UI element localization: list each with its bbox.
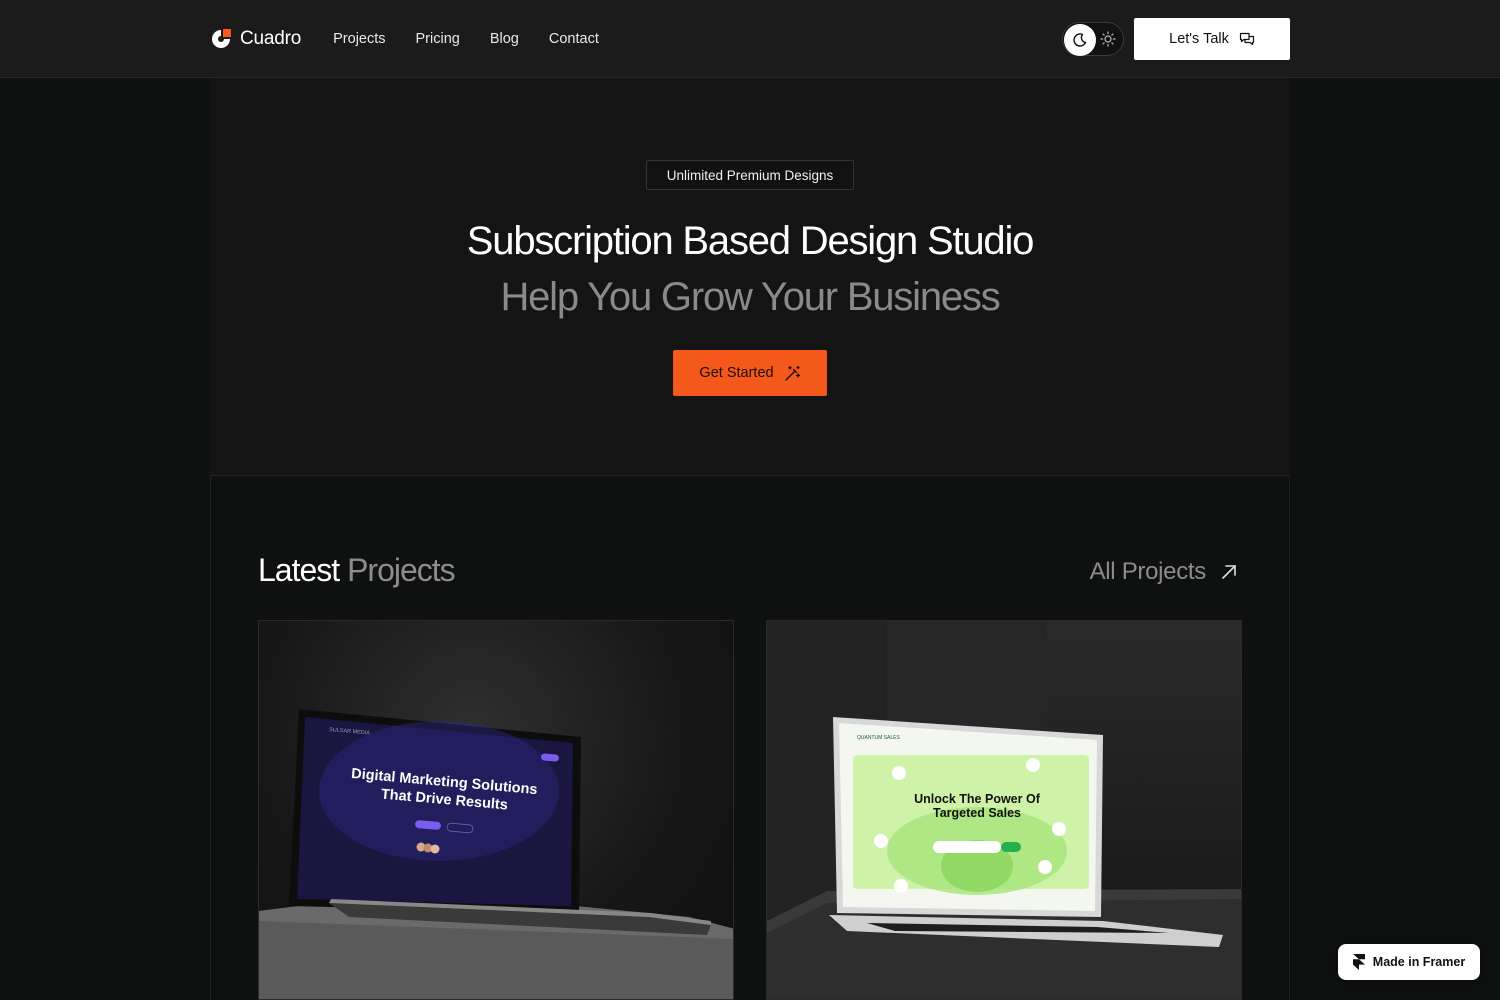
lets-talk-button[interactable]: Let's Talk — [1134, 18, 1290, 60]
project-card-quantum[interactable]: QUANTUM SALES Unlock The Power Of Target… — [766, 620, 1242, 1000]
moon-icon — [1073, 33, 1087, 47]
laptop-mockup-image: QUANTUM SALES Unlock The Power Of Target… — [767, 621, 1241, 999]
brand-logo[interactable]: Cuadro — [210, 28, 301, 50]
hero-subtitle: Help You Grow Your Business — [500, 275, 1000, 319]
header-actions: Let's Talk — [1062, 18, 1290, 60]
screen-brand: QUANTUM SALES — [857, 735, 900, 741]
nav-pricing[interactable]: Pricing — [416, 31, 460, 47]
nav-contact[interactable]: Contact — [549, 31, 599, 47]
framer-badge-label: Made in Framer — [1372, 955, 1466, 969]
latest-projects-title: Latest Projects — [258, 552, 456, 589]
arrow-up-right-icon — [1222, 565, 1236, 579]
nav-projects[interactable]: Projects — [333, 31, 385, 47]
laptop-mockup-image: SULSAR MEDIA Digital Marketing Solutions… — [259, 709, 733, 999]
all-projects-link[interactable]: All Projects — [1090, 558, 1238, 586]
main-nav: Projects Pricing Blog Contact — [333, 31, 599, 47]
site-header: Cuadro Projects Pricing Blog Contact Let… — [0, 0, 1500, 78]
sun-icon — [1100, 31, 1116, 47]
brand-name: Cuadro — [240, 28, 302, 49]
project-card-sulsar[interactable]: SULSAR MEDIA Digital Marketing Solutions… — [258, 620, 734, 1000]
toggle-knob — [1064, 24, 1096, 56]
title-gray: Projects — [347, 552, 456, 588]
screen-headline-1: Unlock The Power Of — [914, 792, 1041, 806]
section-divider — [210, 475, 1290, 476]
cuadro-logo-icon — [212, 29, 231, 48]
nav-blog[interactable]: Blog — [490, 31, 519, 47]
hero-badge: Unlimited Premium Designs — [646, 160, 854, 190]
framer-logo-icon — [1352, 954, 1365, 970]
hero-title: Subscription Based Design Studio — [466, 219, 1035, 263]
get-started-label: Get Started — [699, 365, 774, 381]
title-white: Latest — [258, 552, 340, 588]
get-started-button[interactable]: Get Started — [673, 350, 827, 396]
screen-headline-2: Targeted Sales — [933, 806, 1021, 820]
all-projects-label: All Projects — [1089, 558, 1207, 585]
header-inner: Cuadro Projects Pricing Blog Contact Let… — [210, 0, 1290, 78]
chat-bubbles-icon — [1239, 32, 1254, 46]
magic-wand-icon — [784, 365, 800, 381]
lets-talk-label: Let's Talk — [1169, 31, 1229, 47]
hero-section: Unlimited Premium Designs Subscription B… — [210, 78, 1290, 475]
theme-toggle[interactable] — [1062, 22, 1124, 56]
made-in-framer-badge[interactable]: Made in Framer — [1338, 944, 1480, 980]
